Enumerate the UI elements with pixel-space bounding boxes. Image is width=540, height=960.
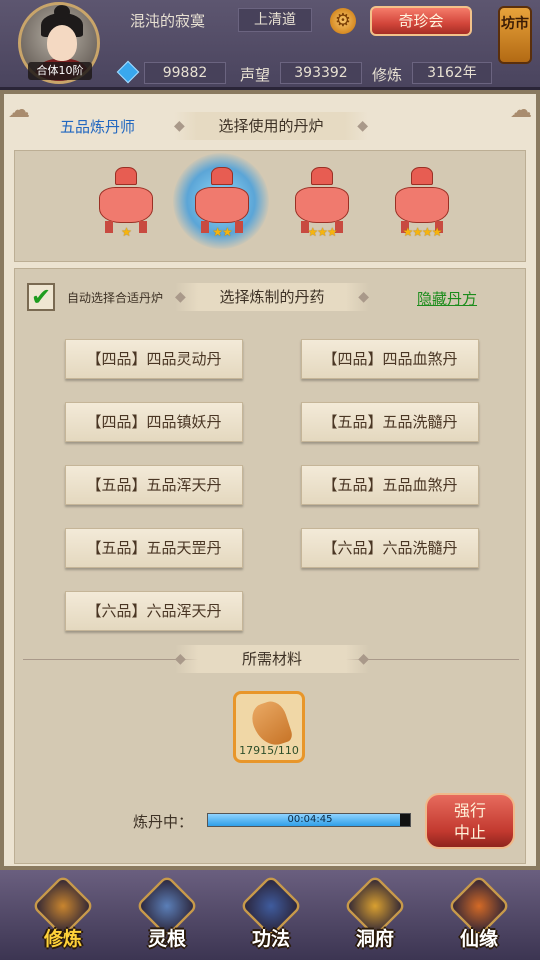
player-name: 混沌的寂寞: [130, 12, 206, 30]
alchemy-panel: ☁ ☁ 五品炼丹师 选择使用的丹炉 ★ ★★ ★★★ ★★★★ ✔ 自动选择合适…: [0, 90, 540, 870]
material-count: 17915/110: [239, 744, 299, 757]
nav-label: 功法: [251, 928, 290, 950]
recipe-button[interactable]: 【五品】五品血煞丹: [301, 465, 479, 505]
star-rating: ★★★: [307, 225, 337, 239]
cloud-ornament-icon: ☁: [510, 98, 532, 123]
furnace-body: [99, 187, 153, 223]
star-rating: ★★: [212, 225, 233, 239]
furnace-lid: [311, 167, 333, 185]
recipe-button[interactable]: 【六品】六品浑天丹: [65, 591, 243, 631]
reputation-label: 声望: [240, 66, 271, 84]
furnace-selector: ★ ★★ ★★★ ★★★★: [14, 150, 526, 262]
material-slot[interactable]: 17915/110: [233, 691, 305, 763]
nav-label: 修炼: [43, 928, 82, 950]
auto-select-checkbox[interactable]: ✔: [27, 283, 55, 311]
furnace-3[interactable]: ★★★: [287, 165, 357, 245]
cultivation-value: 3162年: [412, 62, 492, 84]
refining-status-label: 炼丹中：: [133, 813, 194, 831]
star-rating: ★: [121, 225, 132, 239]
furnace-body: [195, 187, 249, 223]
furnace-1[interactable]: ★: [91, 165, 161, 245]
avatar-face: [47, 25, 77, 61]
furnace-body: [395, 187, 449, 223]
recipe-button[interactable]: 【五品】五品天罡丹: [65, 528, 243, 568]
cloud-ornament-icon: ☁: [8, 98, 30, 123]
materials-title: 所需材料: [175, 645, 369, 673]
bottom-nav: 修炼 灵根 功法 洞府 仙缘: [0, 870, 540, 960]
spirit-stone-icon: [116, 60, 140, 84]
nav-item-cultivate[interactable]: 修炼: [22, 874, 104, 956]
furnace-lid: [115, 167, 137, 185]
realm-badge: 上清道: [238, 8, 312, 32]
recipe-button[interactable]: 【四品】四品镇妖丹: [65, 402, 243, 442]
furnace-4[interactable]: ★★★★: [387, 165, 457, 245]
cultivation-label: 修炼: [372, 66, 403, 84]
nav-item-spirit-root[interactable]: 灵根: [126, 874, 208, 956]
nav-item-cave-mansion[interactable]: 洞府: [334, 874, 416, 956]
recipe-button[interactable]: 【五品】五品浑天丹: [65, 465, 243, 505]
settings-gear-icon[interactable]: ⚙: [330, 8, 356, 34]
recipe-section-title: 选择炼制的丹药: [175, 283, 369, 311]
hidden-recipes-link[interactable]: 隐藏丹方: [417, 288, 477, 309]
furnace-body: [295, 187, 349, 223]
recipe-button[interactable]: 【四品】四品灵动丹: [65, 339, 243, 379]
nav-item-immortal-fate[interactable]: 仙缘: [438, 874, 520, 956]
furnace-lid: [211, 167, 233, 185]
top-header: 合体10阶 混沌的寂寞 上清道 ⚙ 奇珍会 坊市 99882 声望 393392…: [0, 0, 540, 90]
spirit-stone-count: 99882: [144, 62, 226, 84]
nav-label: 洞府: [355, 928, 394, 950]
market-button[interactable]: 坊市: [498, 6, 532, 64]
treasure-auction-button[interactable]: 奇珍会: [370, 6, 472, 36]
nav-item-techniques[interactable]: 功法: [230, 874, 312, 956]
avatar-hair-bun: [54, 5, 70, 19]
alchemist-rank: 五品炼丹师: [60, 118, 136, 136]
furnace-section-title: 选择使用的丹炉: [174, 112, 368, 140]
recipe-selector: ✔ 自动选择合适丹炉 选择炼制的丹药 隐藏丹方 【四品】四品灵动丹 【四品】四品…: [14, 268, 526, 864]
force-stop-button[interactable]: 强行 中止: [425, 793, 515, 849]
avatar-level-badge: 合体10阶: [28, 62, 92, 80]
ginseng-root-icon: [248, 697, 294, 751]
star-rating: ★★★★: [402, 225, 442, 239]
nav-label: 仙缘: [459, 928, 498, 950]
auto-select-label: 自动选择合适丹炉: [67, 291, 164, 305]
furnace-2[interactable]: ★★: [173, 153, 269, 249]
progress-timer: 00:04:45: [287, 814, 333, 825]
recipe-button[interactable]: 【六品】六品洗髓丹: [301, 528, 479, 568]
nav-label: 灵根: [147, 928, 186, 950]
reputation-value: 393392: [280, 62, 362, 84]
recipe-button[interactable]: 【五品】五品洗髓丹: [301, 402, 479, 442]
refining-progress-bar: 00:04:45: [207, 813, 411, 827]
recipe-button[interactable]: 【四品】四品血煞丹: [301, 339, 479, 379]
furnace-lid: [411, 167, 433, 185]
